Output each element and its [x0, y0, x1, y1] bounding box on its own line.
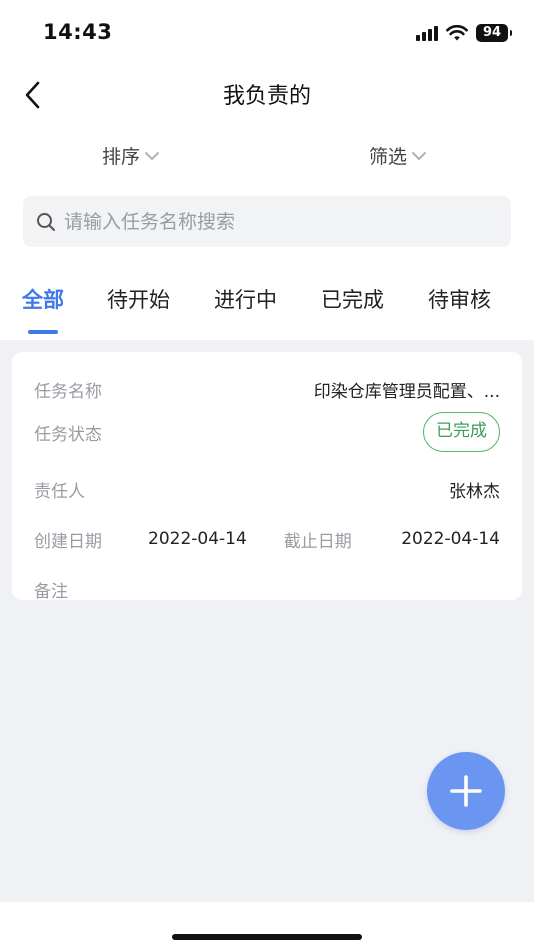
add-task-button[interactable]: [427, 752, 505, 830]
nav-bar: 我负责的: [0, 66, 534, 124]
status-badge: 已完成: [423, 412, 500, 452]
search-box: [23, 196, 511, 247]
page-title: 我负责的: [222, 84, 311, 109]
plus-icon: [450, 775, 482, 807]
note-row: 备注: [34, 574, 500, 604]
deadline-value: 2022-04-14: [401, 529, 500, 549]
tab-pending-review[interactable]: 待审核: [428, 284, 491, 314]
tab-all[interactable]: 全部: [22, 284, 64, 314]
task-card[interactable]: 任务名称 印染仓库管理员配置、... 任务状态 已完成 责任人 张林杰 创建日期…: [12, 352, 522, 602]
task-status-label: 任务状态: [34, 424, 102, 445]
screen: 14:43 94 我负责的 排序 筛选 请输入任务名称搜索 全部 待开始 进行中…: [0, 0, 534, 950]
active-tab-indicator: [28, 330, 58, 334]
cellular-signal-icon: [416, 25, 438, 41]
filter-label: 筛选: [369, 146, 408, 168]
battery-icon: 94: [476, 24, 512, 42]
owner-row: 责任人 张林杰: [34, 474, 500, 504]
bottom-safe-area: [0, 902, 534, 950]
task-name-row: 任务名称 印染仓库管理员配置、...: [34, 374, 500, 404]
search-icon: [37, 212, 55, 231]
created-date-label: 创建日期: [34, 531, 102, 552]
tab-completed[interactable]: 已完成: [321, 284, 384, 314]
home-indicator: [172, 934, 362, 940]
task-name-label: 任务名称: [34, 381, 102, 402]
sort-button[interactable]: 排序: [102, 142, 160, 169]
status-tabs: 全部 待开始 进行中 已完成 待审核: [0, 276, 534, 340]
task-status-row: 任务状态 已完成: [34, 412, 500, 452]
owner-value: 张林杰: [449, 481, 500, 502]
status-icons: 94: [416, 24, 512, 42]
filter-button[interactable]: 筛选: [369, 142, 427, 169]
tab-not-started[interactable]: 待开始: [107, 284, 170, 314]
task-name-value: 印染仓库管理员配置、...: [313, 381, 500, 402]
status-bar: 14:43 94: [0, 0, 534, 66]
sort-label: 排序: [102, 146, 141, 168]
sort-filter-bar: 排序 筛选: [0, 134, 534, 174]
chevron-down-icon: [412, 151, 426, 160]
wifi-icon: [446, 24, 468, 40]
status-time: 14:43: [43, 20, 113, 44]
owner-label: 责任人: [34, 481, 85, 502]
note-label: 备注: [34, 581, 68, 602]
created-date-value: 2022-04-14: [148, 529, 247, 549]
search-input[interactable]: [64, 210, 484, 233]
dates-row: 创建日期 2022-04-14 截止日期 2022-04-14: [34, 524, 500, 554]
tab-in-progress[interactable]: 进行中: [214, 284, 277, 314]
deadline-label: 截止日期: [283, 531, 352, 552]
chevron-down-icon: [145, 151, 159, 160]
